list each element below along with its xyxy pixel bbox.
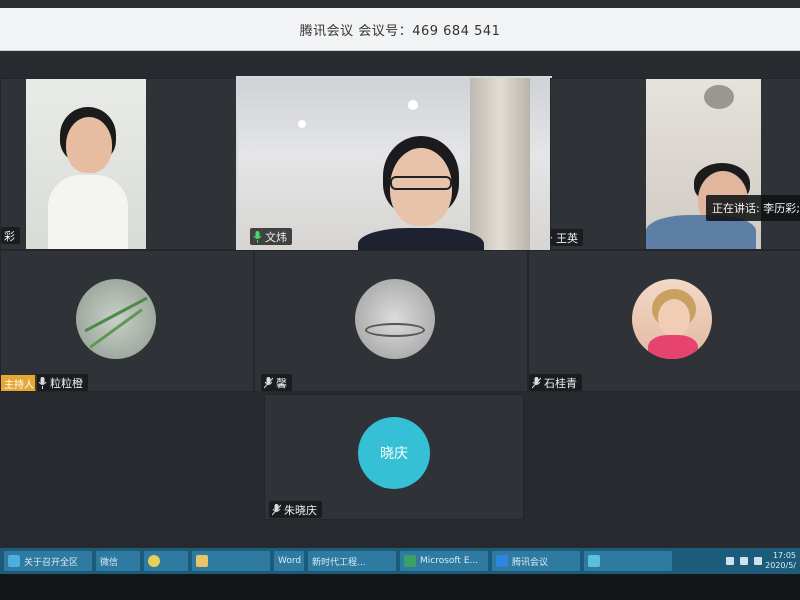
participant-video-2 [238, 78, 550, 250]
participant-name: 朱晓庆 [284, 503, 317, 517]
ceiling-light [298, 120, 306, 128]
taskbar-item-excel[interactable]: Microsoft E... [400, 551, 488, 571]
participant-tile-2[interactable]: 文炜 [236, 76, 552, 252]
nametag-participant-6: 石桂青 [529, 374, 582, 391]
clock[interactable]: 17:05 2020/5/ [765, 551, 800, 571]
curtain [470, 78, 530, 250]
participant-tile-7[interactable]: 晓庆 朱晓庆 [264, 394, 524, 520]
mic-active-icon [253, 230, 262, 243]
taskbar-item-folder[interactable] [192, 551, 270, 571]
mic-icon [38, 376, 47, 389]
avatar-face [658, 299, 690, 337]
ceiling-lamp [704, 85, 734, 109]
participant-face [66, 117, 112, 173]
clock-time: 17:05 [772, 551, 796, 560]
excel-icon [404, 555, 416, 567]
participant-name: 粒粒橙 [50, 376, 83, 390]
participant-body [48, 175, 128, 249]
video-grid: 彩 文炜 王英 正在讲话: 李历彩; 主持人 粒粒橙 馨 石桂青 晓庆 朱晓庆 [0, 58, 800, 548]
system-tray: 17:05 2020/5/ [723, 548, 800, 574]
taskbar-item-wechat[interactable]: 微信 [96, 551, 140, 571]
participant-tile-3[interactable]: 王英 [550, 78, 800, 250]
network-icon[interactable] [726, 557, 735, 565]
mic-icon [551, 236, 553, 239]
participant-avatar [355, 279, 435, 359]
nametag-participant-5: 馨 [261, 374, 292, 391]
app-icon [148, 555, 160, 567]
taskbar-item-browser[interactable]: 关于召开全区 [4, 551, 92, 571]
meeting-icon [496, 555, 508, 567]
participant-avatar [632, 279, 712, 359]
participant-name: 馨 [276, 376, 287, 390]
participant-name: 石桂青 [544, 376, 577, 390]
taskbar-item-label: 微信 [100, 557, 119, 568]
participant-tile-1[interactable]: 彩 [0, 78, 237, 250]
participant-name: 彩 [4, 229, 15, 243]
speaking-text: 正在讲话: 李历彩; 文 [712, 202, 800, 215]
participant-name: 王英 [556, 231, 578, 245]
window-title: 腾讯会议 会议号：469 684 541 [299, 23, 501, 39]
nametag-participant-4: 粒粒橙 [35, 374, 88, 391]
browser-icon [8, 555, 20, 567]
glasses [390, 176, 452, 190]
folder-icon [196, 555, 208, 567]
avatar-initials: 晓庆 [380, 446, 408, 462]
clock-date: 2020/5/ [765, 561, 796, 570]
app-icon [588, 555, 600, 567]
speaking-indicator: 正在讲话: 李历彩; 文 [706, 195, 800, 221]
screen: 腾讯会议 会议号：469 684 541 彩 文炜 王英 正在讲话: 李历彩; … [0, 0, 800, 600]
participant-tile-5[interactable]: 馨 [254, 250, 528, 392]
nametag-participant-2: 文炜 [250, 228, 292, 245]
mic-muted-icon [264, 376, 273, 388]
mic-muted-icon [532, 376, 541, 388]
notification-icon[interactable] [754, 557, 763, 565]
taskbar-item-word[interactable]: Word [274, 551, 304, 571]
taskbar-item-app[interactable] [144, 551, 188, 571]
participant-video-3 [646, 79, 761, 249]
taskbar-item-label: 关于召开全区 [24, 557, 79, 568]
taskbar-item-label: Microsoft E... [420, 556, 479, 566]
participant-body [358, 228, 484, 250]
taskbar-item-label: Word [278, 556, 302, 566]
volume-icon[interactable] [740, 557, 749, 565]
participant-tile-6[interactable]: 石桂青 [528, 250, 800, 392]
taskbar-item-meeting[interactable]: 腾讯会议 [492, 551, 580, 571]
ceiling-light [408, 100, 418, 110]
taskbar: 关于召开全区 微信 Word 新时代工程... Microsoft E... 腾… [0, 548, 800, 574]
avatar-body [648, 335, 698, 359]
participant-avatar: 晓庆 [358, 417, 430, 489]
title-bar: 腾讯会议 会议号：469 684 541 [0, 8, 800, 51]
participant-video-1 [26, 79, 146, 249]
mic-muted-icon [272, 503, 281, 515]
avatar-sketch [365, 323, 425, 337]
participant-avatar [76, 279, 156, 359]
participant-tile-4[interactable]: 主持人 粒粒橙 [0, 250, 254, 392]
participant-name: 文炜 [265, 230, 287, 244]
nametag-participant-7: 朱晓庆 [269, 501, 322, 518]
host-badge: 主持人 [1, 375, 37, 391]
taskbar-item-label: 新时代工程... [312, 557, 366, 568]
taskbar-item-label: 腾讯会议 [512, 557, 549, 568]
nametag-participant-3: 王英 [551, 229, 583, 246]
taskbar-item-document[interactable]: 新时代工程... [308, 551, 396, 571]
monitor-bezel [0, 574, 800, 600]
taskbar-item-app-2[interactable] [584, 551, 672, 571]
nametag-participant-1: 彩 [1, 227, 20, 244]
